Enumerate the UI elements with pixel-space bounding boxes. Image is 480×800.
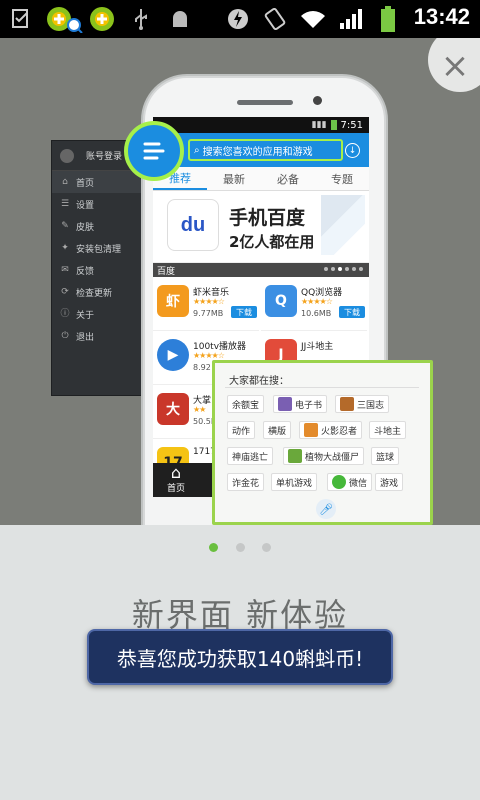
clean-icon: ✦ — [61, 243, 69, 253]
download-icon: ↓ — [345, 143, 360, 158]
search-chip: 余额宝 — [227, 395, 265, 413]
signal-icon — [338, 6, 364, 32]
side-menu-item-skin: ✎ 皮肤 — [61, 221, 95, 233]
banner-subtitle: 2亿人都在用 — [229, 233, 315, 251]
plant-icon — [288, 449, 302, 463]
reward-toast: 恭喜您成功获取140蝌蚪币! — [87, 629, 393, 685]
phone-camera — [313, 96, 322, 105]
search-icon: ⌕ — [194, 144, 200, 156]
task-icon — [8, 6, 34, 32]
update-icon: ⟳ — [61, 287, 69, 297]
banner-decoration — [321, 195, 365, 255]
rating-stars: ★★★★☆ — [193, 351, 225, 360]
side-menu-item-feedback: ✉ 反馈 — [61, 265, 95, 277]
phone-status-bar: ▮▮▮ 7:51 — [153, 117, 369, 133]
app-icon: Q — [265, 285, 297, 317]
naruto-icon — [304, 423, 318, 437]
side-menu-preview: 账号登录 ⌂ 首页 ☰ 设置 ✎ 皮肤 ✦ 安装包清理 ✉ 反馈 ⟳ 检查更新 ⓘ 关于 ⏻ 退… — [51, 140, 151, 396]
status-bar: 13:42 — [0, 0, 480, 38]
wifi-icon — [298, 6, 328, 32]
menu-toggle-icon — [124, 121, 184, 181]
home-icon: ⌂ — [170, 463, 182, 482]
search-chip: 诈金花 — [227, 473, 265, 491]
tab-latest: 最新 — [223, 172, 245, 186]
side-menu-item-about: ⓘ 关于 — [60, 309, 95, 321]
popup-title: 大家都在搜： — [229, 376, 289, 387]
app-item: 虾 虾米音乐 ★★★★☆ 9.77MB 下载 — [153, 277, 259, 331]
search-chip: 植物大战僵尸 — [283, 447, 365, 465]
page-dot[interactable] — [209, 543, 218, 552]
banner-title: 手机百度 — [229, 207, 306, 229]
search-chip: 斗地主 — [369, 421, 407, 439]
search-chip: 横版 — [263, 421, 292, 439]
clock: 13:42 — [413, 4, 470, 29]
search-chip: 火影忍者 — [299, 421, 363, 439]
skin-icon: ✎ — [61, 221, 69, 231]
close-icon: × — [440, 46, 470, 86]
banner-baidu: du 手机百度 2亿人都在用 — [153, 191, 369, 263]
wechat-icon — [332, 475, 346, 489]
book-icon — [278, 397, 292, 411]
microphone-icon: 🎤︎ — [316, 499, 336, 519]
phone-search-box: ⌕ 搜索您喜欢的应用和游戏 — [188, 139, 343, 161]
search-chip: 篮球 — [371, 447, 400, 465]
app-icon: ▶ — [157, 339, 189, 371]
battery-icon — [378, 6, 398, 32]
exit-icon: ⏻ — [61, 331, 69, 341]
rotate-icon — [262, 6, 288, 32]
android-debug-icon — [168, 6, 192, 32]
rating-stars: ★★★★☆ — [193, 297, 225, 306]
phone-tabs: 推荐 最新 必备 专题 — [153, 167, 369, 191]
flash-icon — [226, 6, 250, 32]
rating-stars: ★★★★☆ — [301, 297, 333, 306]
hot-search-popup: 大家都在搜： 余额宝 电子书 三国志 动作 横版 火影忍者 斗地主 神庙逃亡 植… — [212, 360, 433, 525]
search-chip: 单机游戏 — [271, 473, 318, 491]
home-icon: ⌂ — [62, 177, 68, 187]
banner-caption-bar: 百度 — [153, 263, 369, 277]
close-button[interactable]: × — [428, 38, 480, 92]
app360-icon — [88, 6, 116, 32]
app-icon: 大 — [157, 393, 189, 425]
banner-pager — [324, 267, 363, 271]
side-menu-item-settings: ☰ 设置 — [60, 199, 95, 211]
app-item: Q QQ浏览器 ★★★★☆ 10.6MB 下载 — [261, 277, 367, 331]
download-button: 下载 — [339, 306, 365, 318]
usb-icon — [130, 6, 152, 32]
page-indicator — [0, 538, 480, 558]
home-tab: ⌂ 首页 — [161, 465, 191, 495]
signal-icon: ▮▮▮ — [311, 120, 327, 130]
search-chip: 三国志 — [335, 395, 390, 413]
search-chip: 电子书 — [273, 395, 328, 413]
about-icon: ⓘ — [60, 309, 70, 319]
phone-search-bar: ⌕ 搜索您喜欢的应用和游戏 ↓ — [153, 133, 369, 167]
search-chip: 微信 — [327, 473, 373, 491]
game-icon — [340, 397, 354, 411]
avatar — [60, 148, 74, 163]
app-icon: 虾 — [157, 285, 189, 317]
search-chip: 动作 — [227, 421, 256, 439]
tab-topics: 专题 — [331, 172, 353, 186]
phone-speaker — [237, 100, 293, 105]
download-button: 下载 — [231, 306, 257, 318]
account-login-label: 账号登录 — [86, 152, 123, 162]
feedback-icon: ✉ — [61, 265, 69, 275]
page-dot[interactable] — [262, 543, 271, 552]
search-chip: 游戏 — [375, 473, 404, 491]
tab-essential: 必备 — [277, 172, 299, 186]
side-menu-item-clean: ✦ 安装包清理 — [61, 243, 122, 255]
side-menu-item-update: ⟳ 检查更新 — [61, 287, 113, 299]
app360-search-icon — [44, 6, 84, 33]
page-dot[interactable] — [236, 543, 245, 552]
baidu-logo: du — [167, 199, 219, 251]
settings-icon: ☰ — [60, 199, 70, 209]
battery-icon — [330, 120, 337, 130]
side-menu-item-exit: ⏻ 退出 — [61, 331, 95, 343]
rating-stars: ★★ — [193, 405, 206, 414]
search-chip: 神庙逃亡 — [227, 447, 274, 465]
feature-illustration: 账号登录 ⌂ 首页 ☰ 设置 ✎ 皮肤 ✦ 安装包清理 ✉ 反馈 ⟳ 检查更新 ⓘ 关于 ⏻ 退… — [0, 38, 480, 525]
